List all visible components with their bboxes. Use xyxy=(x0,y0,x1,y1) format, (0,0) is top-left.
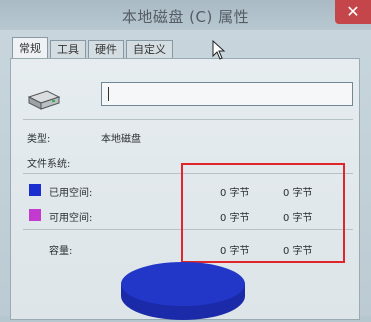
tab-general[interactable]: 常规 xyxy=(12,37,48,59)
properties-window: 本地磁盘 (C) 属性 ✕ 常规 工具 硬件 自定义 类型: 本地磁盘 文件系统… xyxy=(0,0,371,320)
used-space-swatch xyxy=(29,184,41,196)
close-button[interactable]: ✕ xyxy=(335,0,371,24)
tab-strip: 常规 工具 硬件 自定义 xyxy=(12,37,175,59)
used-space-label: 已用空间: xyxy=(49,188,93,199)
tab-customize[interactable]: 自定义 xyxy=(126,40,173,59)
filesystem-label: 文件系统: xyxy=(27,159,71,170)
drive-name-input[interactable] xyxy=(101,82,353,106)
window-title: 本地磁盘 (C) 属性 xyxy=(121,8,250,26)
type-value: 本地磁盘 xyxy=(101,134,141,145)
tab-hardware[interactable]: 硬件 xyxy=(88,40,124,59)
text-caret xyxy=(108,87,109,101)
hard-drive-icon xyxy=(27,90,61,110)
tab-tools[interactable]: 工具 xyxy=(50,40,86,59)
disk-usage-pie xyxy=(121,262,245,320)
mouse-pointer-icon xyxy=(212,40,226,60)
capacity-label: 容量: xyxy=(49,246,73,257)
divider xyxy=(23,119,353,120)
title-bar[interactable]: 本地磁盘 (C) 属性 ✕ xyxy=(0,0,371,30)
type-label: 类型: xyxy=(27,134,51,145)
free-space-label: 可用空间: xyxy=(49,213,93,224)
free-space-swatch xyxy=(29,209,41,221)
highlight-annotation-box xyxy=(181,163,345,263)
